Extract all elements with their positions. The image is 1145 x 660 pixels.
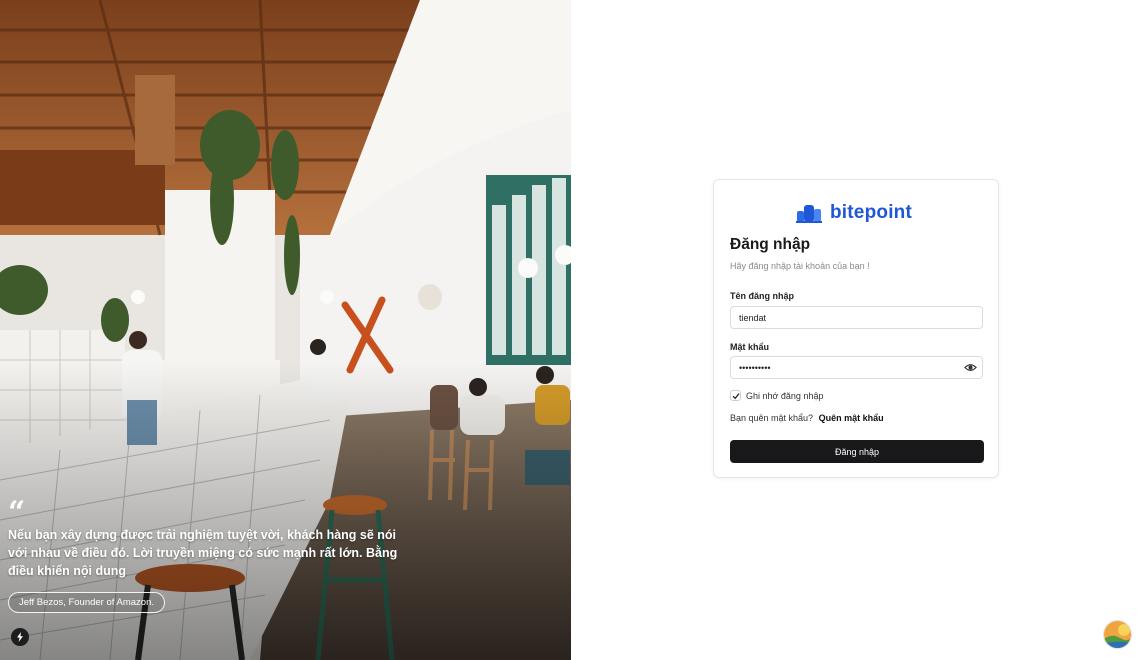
password-label: Mật khẩu	[730, 342, 770, 352]
eye-icon[interactable]	[964, 361, 977, 374]
bolt-icon[interactable]	[11, 628, 29, 646]
bitepoint-logo-icon	[796, 205, 822, 223]
testimonial-author: Jeff Bezos, Founder of Amazon.	[8, 592, 166, 613]
page-subtitle: Hãy đăng nhập tài khoản của bạn !	[730, 261, 870, 271]
testimonial-quote: Nếu bạn xây dựng được trải nghiệm tuyệt …	[8, 528, 398, 578]
avatar-icon[interactable]	[1103, 620, 1132, 649]
check-icon	[732, 392, 740, 399]
password-input[interactable]	[730, 356, 983, 379]
username-input[interactable]	[730, 306, 983, 329]
remember-label: Ghi nhớ đăng nhập	[746, 390, 824, 401]
login-card: bitepoint Đăng nhập Hãy đăng nhập tài kh…	[713, 179, 999, 478]
brand-logo: bitepoint	[796, 202, 912, 224]
brand-name: bitepoint	[830, 202, 913, 223]
remember-me[interactable]: Ghi nhớ đăng nhập	[730, 390, 823, 401]
page-title: Đăng nhập	[730, 236, 811, 253]
forgot-prompt: Bạn quên mật khẩu?	[730, 413, 814, 423]
login-button[interactable]: Đăng nhập	[730, 440, 984, 463]
testimonial: “ Nếu bạn xây dựng được trải nghiệm tuyệ…	[8, 495, 408, 613]
forgot-password-row: Bạn quên mật khẩu? Quên mật khẩu	[730, 413, 884, 423]
hero-image-panel: “ Nếu bạn xây dựng được trải nghiệm tuyệ…	[0, 0, 571, 660]
quote-icon: “	[8, 495, 26, 530]
username-label: Tên đăng nhập	[730, 291, 794, 301]
remember-checkbox[interactable]	[730, 390, 741, 401]
forgot-password-link[interactable]: Quên mật khẩu	[819, 413, 884, 423]
